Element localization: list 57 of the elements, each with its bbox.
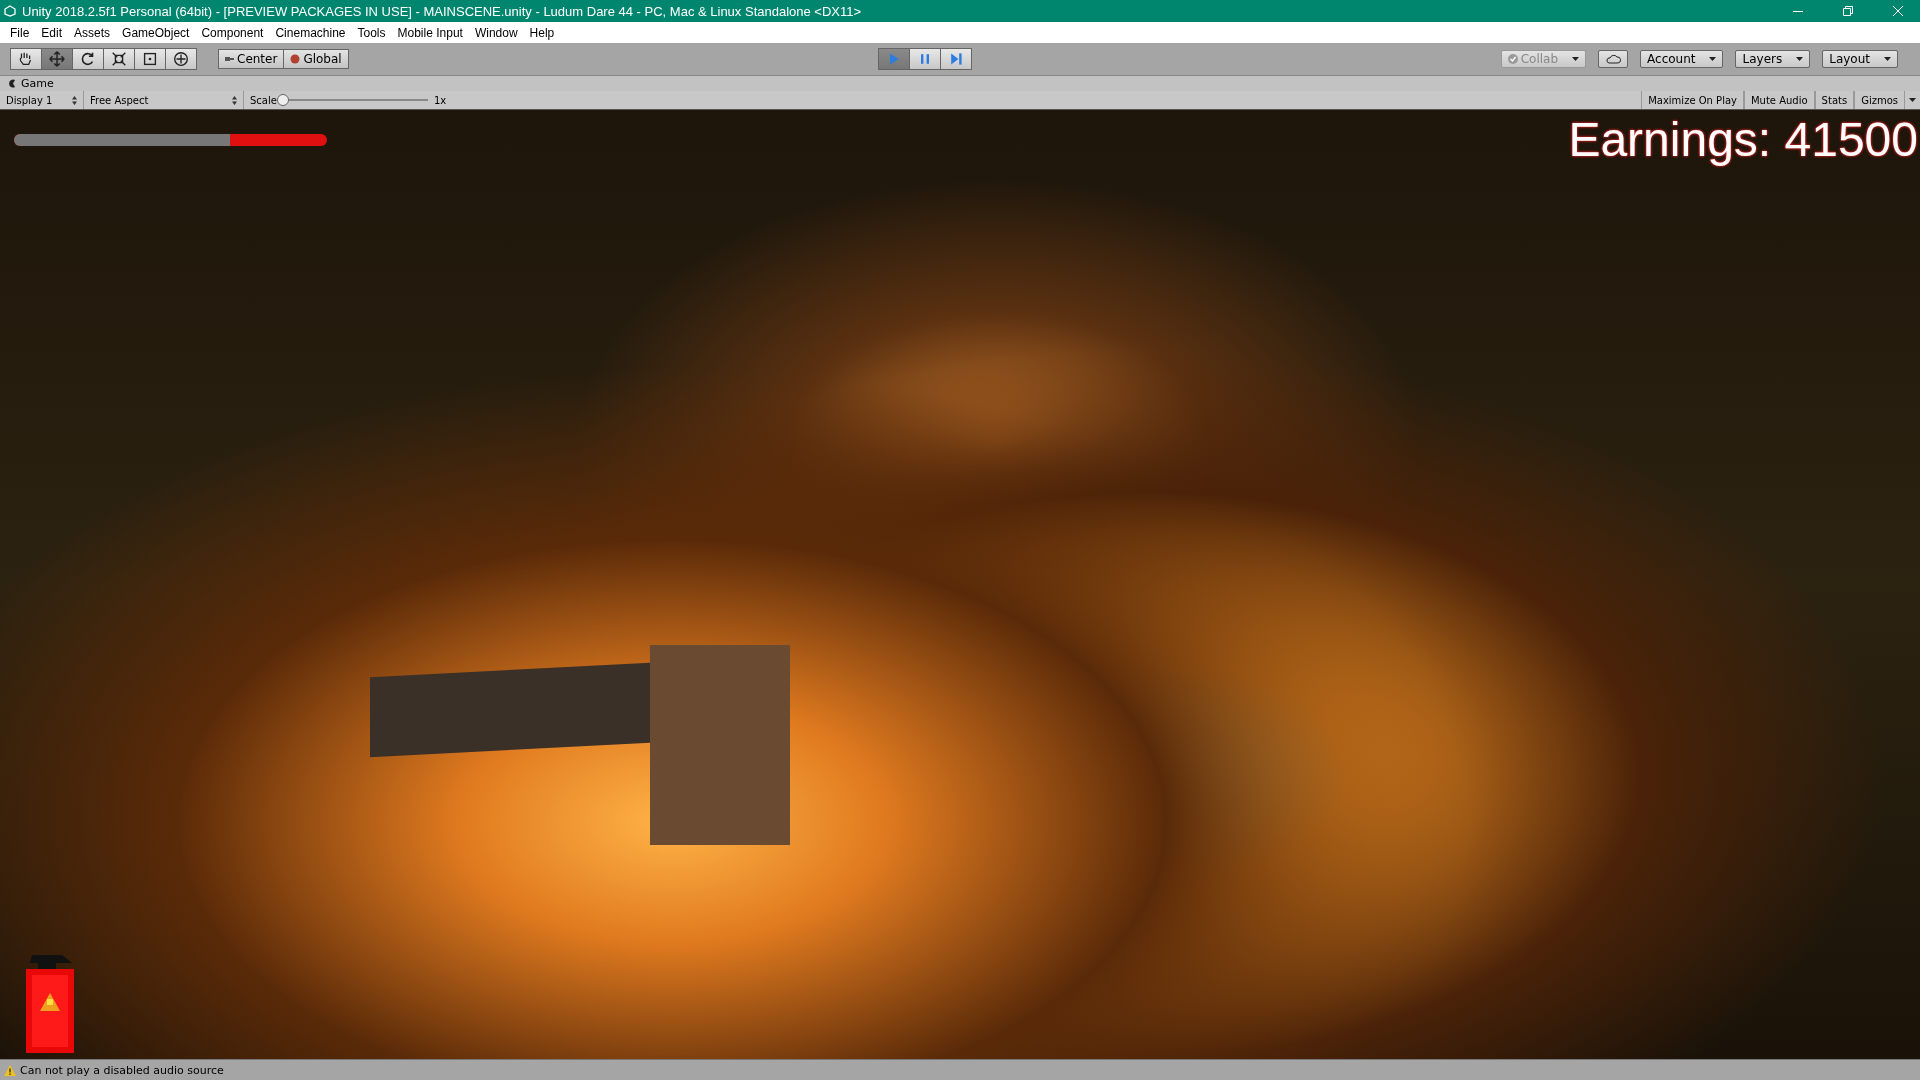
menu-item[interactable]: Component: [195, 25, 270, 40]
toolbar-dropdown[interactable]: Layers: [1735, 50, 1811, 68]
aspect-dropdown[interactable]: Free Aspect: [84, 91, 244, 109]
rotate-tool-button[interactable]: [72, 48, 104, 70]
pivot-button[interactable]: Center: [218, 49, 285, 69]
menu-item[interactable]: GameObject: [116, 25, 196, 40]
close-icon: [1893, 6, 1903, 16]
game-view-toggle[interactable]: Stats: [1814, 91, 1855, 109]
minimize-icon: [1793, 10, 1803, 12]
cloud-icon: [1605, 54, 1622, 64]
caret-icon: [1909, 98, 1916, 102]
menu-item[interactable]: Cinemachine: [269, 25, 352, 40]
scale-tool-button[interactable]: [103, 48, 135, 70]
restore-icon: [1843, 6, 1853, 16]
display-dropdown[interactable]: Display 1: [0, 91, 84, 109]
up-down-arrows-icon: [232, 95, 237, 105]
scale-label: Scale: [249, 94, 277, 106]
rect-tool-button[interactable]: [134, 48, 166, 70]
caret-icon: [1572, 57, 1580, 61]
cloud-button[interactable]: [1598, 50, 1629, 68]
move-tool-button[interactable]: [41, 48, 73, 70]
warning-icon: [4, 1064, 16, 1076]
toolbar-dropdown[interactable]: Account: [1640, 50, 1724, 68]
menu-item[interactable]: Assets: [68, 25, 117, 40]
caret-icon: [1884, 57, 1891, 61]
rect-icon: [141, 50, 159, 68]
pause-button[interactable]: [908, 48, 941, 70]
menu-item[interactable]: Mobile Input: [391, 25, 469, 40]
scale-reading: 1x: [433, 94, 447, 106]
game-view-toggle[interactable]: Gizmos: [1854, 91, 1905, 109]
fire-extinguisher-icon: [24, 953, 76, 1053]
move-icon: [48, 50, 66, 68]
window-title: Unity 2018.2.5f1 Personal (64bit) - [PREVIEW PACKAGES IN USE] - MAINSCENE.unity - Ludum Dare 44 - PC, Mac & Linux Standalone <DX11>: [22, 3, 863, 19]
unity-logo-icon: [4, 5, 16, 17]
pivot-icon: [225, 55, 234, 63]
pivot-rotation-button[interactable]: Global: [283, 49, 349, 69]
hand-tool-button[interactable]: [10, 48, 42, 70]
earnings-text: Earnings: 41500: [1568, 112, 1918, 167]
step-button[interactable]: [939, 48, 972, 70]
game-tab[interactable]: Game: [21, 77, 54, 90]
transform-icon: [172, 50, 190, 68]
menu-item[interactable]: Edit: [35, 25, 69, 40]
game-view-toggle[interactable]: Mute Audio: [1743, 91, 1815, 109]
menu-item[interactable]: Tools: [351, 25, 392, 40]
scale-icon: [110, 50, 128, 68]
checkmark-icon: [1507, 54, 1518, 64]
menu-item[interactable]: Window: [468, 25, 524, 40]
caret-icon: [1709, 57, 1717, 61]
menu-item[interactable]: Help: [523, 25, 561, 40]
transform-tool-button[interactable]: [165, 48, 197, 70]
game-view-toggle[interactable]: Maximize On Play: [1641, 91, 1744, 109]
menu-item[interactable]: File: [4, 25, 36, 40]
toolbar-dropdown[interactable]: Layout: [1822, 50, 1898, 68]
caret-icon: [1796, 57, 1804, 61]
status-message: Can not play a disabled audio source: [20, 1063, 224, 1077]
scale-slider-thumb[interactable]: [276, 94, 289, 106]
up-down-arrows-icon: [72, 95, 77, 105]
